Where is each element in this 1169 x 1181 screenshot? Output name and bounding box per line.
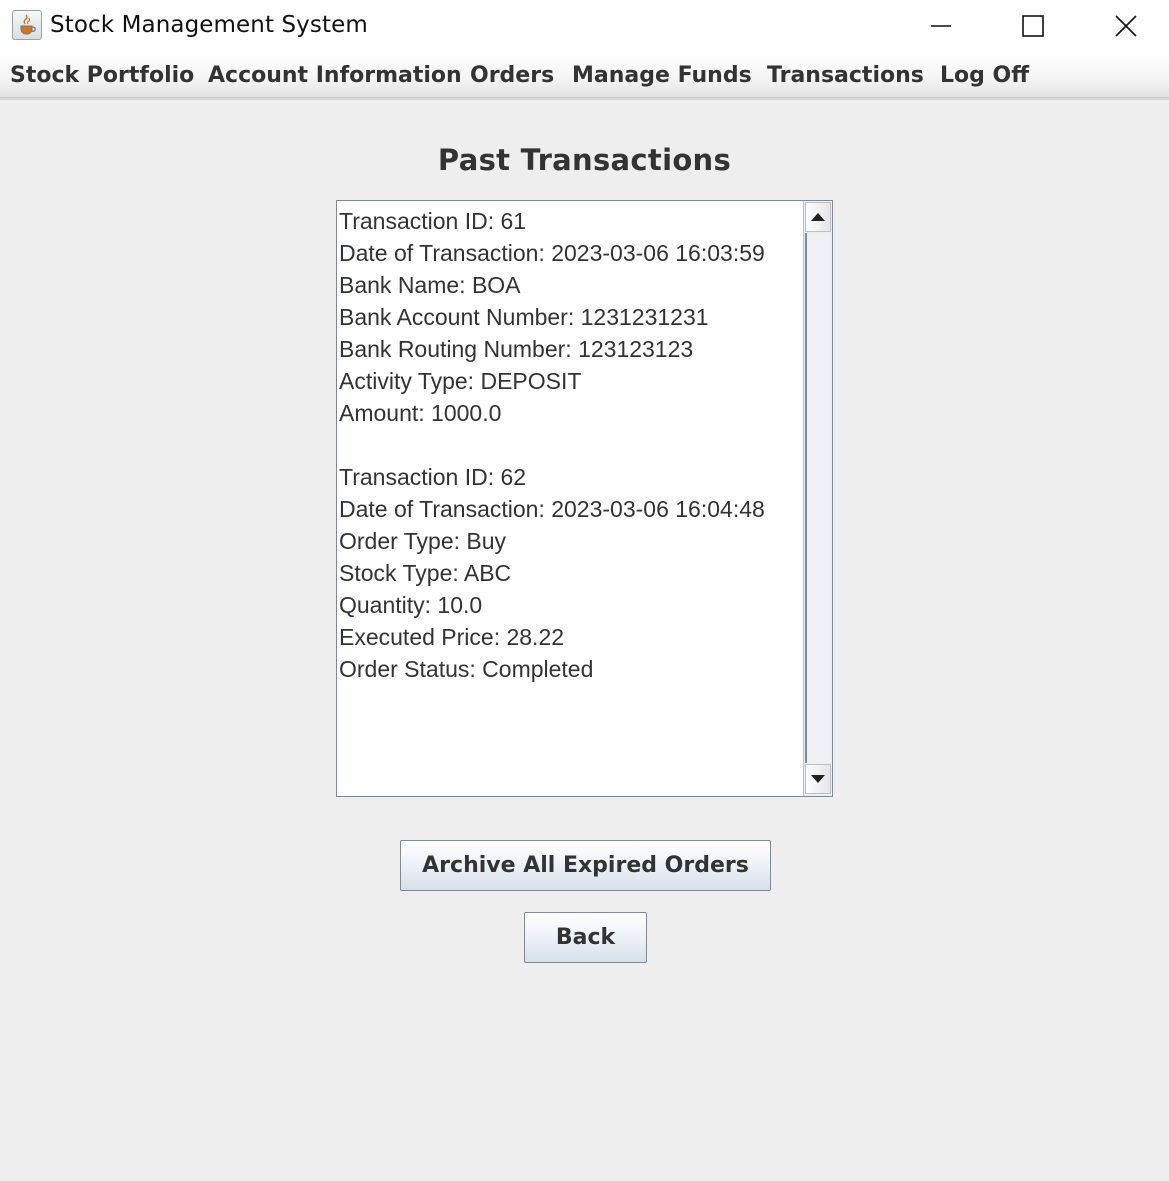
transaction-line: Date of Transaction: 2023-03-06 16:04:48 — [339, 496, 765, 522]
transaction-line: Bank Routing Number: 123123123 — [339, 336, 694, 362]
maximize-button[interactable] — [1003, 0, 1063, 52]
menu-orders[interactable]: Orders — [470, 63, 554, 88]
transaction-line: Bank Account Number: 1231231231 — [339, 304, 709, 330]
transaction-line: Stock Type: ABC — [339, 560, 512, 586]
scroll-track[interactable] — [805, 233, 831, 763]
window-title: Stock Management System — [50, 12, 368, 38]
transaction-line: Date of Transaction: 2023-03-06 16:03:59 — [339, 240, 765, 266]
page-title: Past Transactions — [437, 143, 732, 177]
transaction-line: Order Type: Buy — [339, 528, 507, 554]
transaction-line: Executed Price: 28.22 — [339, 624, 565, 650]
menu-account-information[interactable]: Account Information — [208, 63, 462, 88]
app-window: Stock Management System Stock Portfolio … — [0, 0, 1169, 1181]
vertical-scrollbar[interactable] — [803, 201, 832, 796]
transaction-line: Order Status: Completed — [339, 656, 594, 682]
title-bar[interactable]: Stock Management System — [0, 0, 1169, 52]
menu-transactions[interactable]: Transactions — [767, 63, 924, 88]
menu-divider — [0, 98, 1169, 100]
arrow-up-icon — [811, 213, 825, 221]
back-button[interactable]: Back — [524, 912, 647, 963]
transaction-line: Transaction ID: 62 — [339, 464, 527, 490]
menu-stock-portfolio[interactable]: Stock Portfolio — [10, 63, 194, 88]
transaction-line: Bank Name: BOA — [339, 272, 521, 298]
arrow-down-icon — [811, 775, 825, 783]
menu-log-off[interactable]: Log Off — [940, 63, 1029, 88]
maximize-icon — [1022, 15, 1044, 37]
close-button[interactable] — [1096, 0, 1156, 52]
scroll-up-button[interactable] — [805, 202, 831, 232]
transactions-text-area[interactable]: Transaction ID: 61 Date of Transaction: … — [338, 202, 803, 795]
transaction-line: Quantity: 10.0 — [339, 592, 483, 618]
archive-expired-orders-button[interactable]: Archive All Expired Orders — [400, 840, 771, 891]
scroll-down-button[interactable] — [805, 764, 831, 794]
transaction-line: Amount: 1000.0 — [339, 400, 502, 426]
java-coffee-icon — [12, 10, 42, 40]
transaction-line — [338, 426, 803, 458]
transaction-line: Transaction ID: 61 — [339, 208, 527, 234]
close-icon — [1115, 15, 1137, 37]
transaction-line: Activity Type: DEPOSIT — [339, 368, 582, 394]
menu-manage-funds[interactable]: Manage Funds — [572, 63, 752, 88]
transactions-scroll-pane[interactable]: Transaction ID: 61 Date of Transaction: … — [336, 200, 833, 797]
menu-bar: Stock Portfolio Account Information Orde… — [0, 52, 1169, 98]
minimize-icon — [931, 25, 951, 27]
minimize-button[interactable] — [911, 0, 971, 52]
